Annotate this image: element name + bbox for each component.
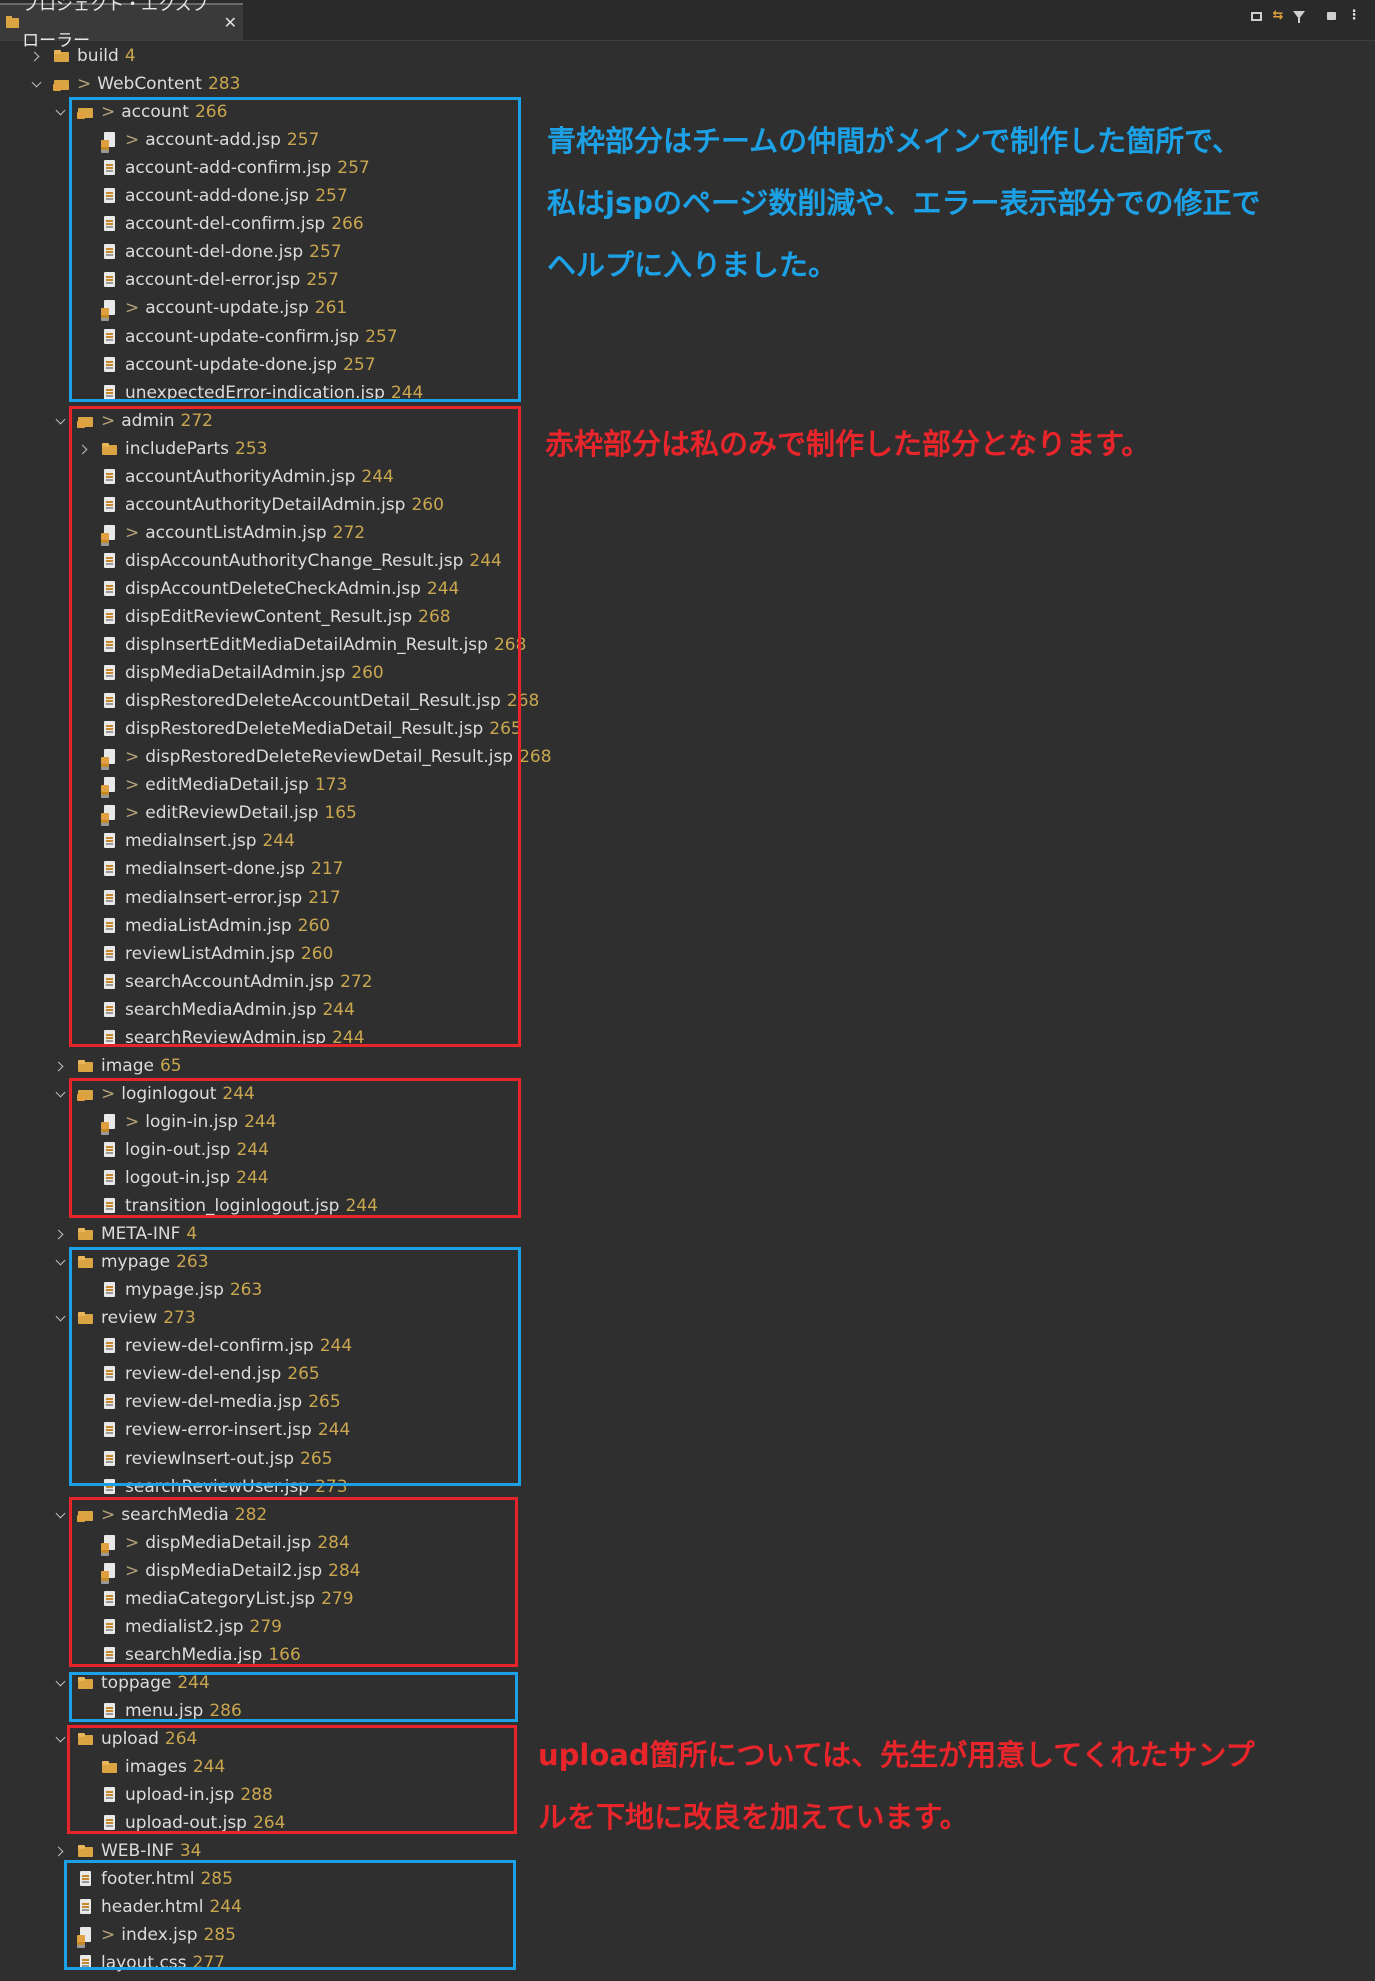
- red-annotation-admin-note: 赤枠部分は私のみで制作した部分となります。: [545, 427, 1151, 461]
- blue-frame-account: [69, 97, 521, 402]
- revision-number: 34: [179, 1841, 202, 1862]
- view-tab-bar: プロジェクト・エクスプローラー ✕ ⇆ ⋮: [0, 0, 1375, 51]
- revision-number: 4: [186, 1224, 198, 1245]
- folder-icon: [53, 76, 70, 92]
- chevron-down-icon[interactable]: [54, 1088, 66, 1100]
- red-annotation-upload-note: upload箇所については、先生が用意してくれたサンプ ルを下地に改良を加えてい…: [538, 1738, 1255, 1834]
- tree-folder-row[interactable]: image 65: [0, 1052, 614, 1080]
- blue-annotation-note: 青枠部分はチームの仲間がメインで制作した箇所で、 私はjspのページ数削減や、エ…: [547, 124, 1261, 282]
- revision-number: 268: [519, 747, 552, 768]
- folder-icon: [78, 1058, 94, 1074]
- blue-frame-toppage: [69, 1672, 518, 1722]
- folder-icon: [78, 1843, 94, 1859]
- view-icon[interactable]: [1326, 8, 1340, 24]
- tree-folder-row[interactable]: build 4: [0, 42, 590, 70]
- folder-icon: [54, 48, 70, 64]
- chevron-right-icon[interactable]: [54, 1060, 66, 1072]
- tree-folder-row[interactable]: > WebContent 283: [0, 70, 590, 98]
- collapse-all-icon[interactable]: [1250, 8, 1264, 24]
- tree-item-name: WEB-INF: [101, 1841, 174, 1862]
- chevron-down-icon[interactable]: [54, 1312, 66, 1324]
- red-frame-loginlogout: [69, 1078, 521, 1218]
- chevron-down-icon[interactable]: [54, 1256, 66, 1268]
- red-frame-upload: [67, 1725, 517, 1834]
- red-frame-admin: [69, 406, 521, 1047]
- revision-number: 65: [159, 1055, 182, 1076]
- tree-item-name: WebContent: [97, 74, 202, 95]
- folder-icon: [78, 1226, 94, 1242]
- revision-number: 4: [124, 46, 136, 66]
- red-frame-searchmedia: [69, 1497, 518, 1667]
- revision-number: 283: [207, 74, 241, 95]
- project-explorer-icon: [6, 16, 20, 29]
- chevron-down-icon[interactable]: [54, 1677, 66, 1689]
- chevron-down-icon[interactable]: [54, 1509, 66, 1521]
- filter-icon[interactable]: [1292, 8, 1306, 24]
- chevron-down-icon[interactable]: [54, 415, 66, 427]
- view-menu-icon[interactable]: ⋮: [1347, 8, 1361, 24]
- tree-item-name: META-INF: [101, 1224, 181, 1245]
- chevron-down-icon[interactable]: [30, 78, 42, 90]
- chevron-right-icon[interactable]: [30, 50, 42, 62]
- modified-marker: >: [77, 74, 92, 95]
- blue-frame-root-files: [64, 1860, 516, 1970]
- chevron-right-icon[interactable]: [54, 1845, 66, 1857]
- chevron-down-icon[interactable]: [54, 106, 66, 118]
- tree-item-name: build: [77, 46, 119, 66]
- tree-item-name: image: [101, 1055, 154, 1076]
- tree-folder-row[interactable]: META-INF 4: [0, 1220, 614, 1248]
- blue-frame-mypage-review: [69, 1247, 521, 1486]
- tab-project-explorer[interactable]: プロジェクト・エクスプローラー ✕: [0, 0, 243, 51]
- chevron-right-icon[interactable]: [54, 1228, 66, 1240]
- link-with-editor-icon[interactable]: ⇆: [1271, 8, 1285, 24]
- view-toolbar: ⇆ ⋮: [1250, 8, 1361, 24]
- chevron-down-icon[interactable]: [54, 1733, 66, 1745]
- close-icon[interactable]: ✕: [224, 5, 237, 41]
